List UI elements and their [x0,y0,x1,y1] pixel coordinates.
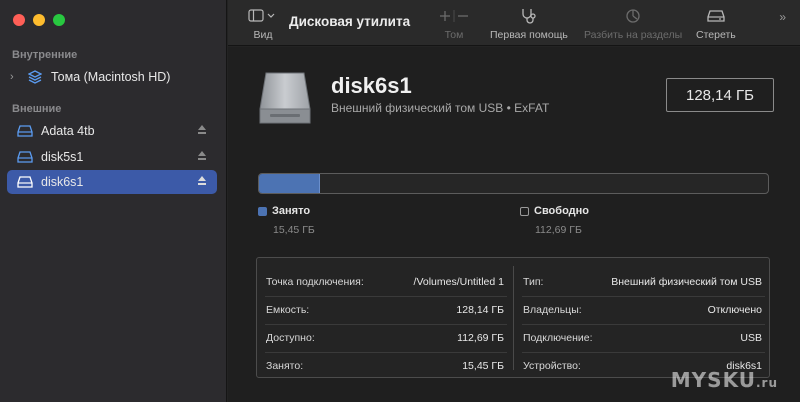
legend-used-value: 15,45 ГБ [273,224,315,236]
disk-description: Внешний физический том USB • ExFAT [331,101,550,115]
toolbar-overflow-icon[interactable]: » [779,10,786,24]
info-key: Тип: [523,276,544,288]
stethoscope-icon [520,6,538,26]
external-disk-large-icon [258,69,312,127]
info-value: USB [740,332,762,344]
minimize-window-button[interactable] [33,14,45,26]
legend-free-value: 112,69 ГБ [535,224,582,236]
info-key: Устройство: [523,360,581,372]
external-drive-icon [17,123,33,139]
eject-icon[interactable] [197,150,207,162]
info-row-owners: Владельцы: Отключено [514,296,771,324]
info-row-capacity: Емкость: 128,14 ГБ [257,296,513,324]
main-content: disk6s1 Внешний физический том USB • ExF… [228,47,800,402]
add-remove-icon [438,6,470,26]
partition-pie-icon [625,6,641,26]
app-title: Дисковая утилита [289,14,411,29]
used-swatch [258,206,267,216]
first-aid-button[interactable]: Первая помощь [490,6,568,41]
partition-button[interactable]: Разбить на разделы [584,6,682,41]
disk-info-table: Точка подключения: /Volumes/Untitled 1 Е… [256,257,770,378]
sidebar-item-macintosh-hd[interactable]: › Тома (Macintosh HD) [7,65,217,89]
sidebar-item-label: disk5s1 [41,150,84,164]
sidebar-item-label: Тома (Macintosh HD) [51,70,171,84]
info-value: Отключено [707,304,762,316]
sidebar-item-adata-4tb[interactable]: Adata 4tb [7,119,217,143]
disk-capacity-badge: 128,14 ГБ [666,78,774,112]
external-drive-icon [17,149,33,165]
volume-button-label: Том [444,29,464,41]
sidebar-section-internal: Внутренние [12,49,78,61]
chevron-right-icon[interactable]: › [10,71,22,83]
sidebar-item-disk5s1[interactable]: disk5s1 [7,145,217,169]
info-row-available: Доступно: 112,69 ГБ [257,324,513,352]
site-watermark: MYSKU.ru [670,368,778,392]
info-row-mount-point: Точка подключения: /Volumes/Untitled 1 [257,268,513,296]
sidebar-section-external: Внешние [12,103,62,115]
free-swatch [520,206,529,216]
legend-free-label: Свободно [534,205,589,217]
info-key: Занято: [266,360,304,372]
info-value: 15,45 ГБ [462,360,504,372]
legend-free: Свободно 112,69 ГБ [520,205,589,236]
legend-used-label: Занято [272,205,311,217]
close-window-button[interactable] [13,14,25,26]
info-key: Доступно: [266,332,315,344]
sidebar-item-disk6s1[interactable]: disk6s1 [7,170,217,194]
eject-icon[interactable] [197,124,207,136]
toolbar: Вид Дисковая утилита Том Первая помощь Р… [228,0,800,46]
erase-drive-icon [706,6,726,26]
sidebar: Внутренние › Тома (Macintosh HD) Внешние… [0,0,227,402]
info-value: 112,69 ГБ [457,332,504,344]
info-column-right: Тип: Внешний физический том USB Владельц… [514,258,771,377]
info-value: 128,14 ГБ [456,304,504,316]
info-column-left: Точка подключения: /Volumes/Untitled 1 Е… [257,258,513,377]
info-row-connection: Подключение: USB [514,324,771,352]
info-key: Владельцы: [523,304,582,316]
info-row-used: Занято: 15,45 ГБ [257,352,513,380]
erase-button[interactable]: Стереть [696,6,736,41]
view-button[interactable]: Вид [248,6,278,41]
info-row-type: Тип: Внешний физический том USB [514,268,771,296]
eject-icon[interactable] [197,175,207,187]
disk-name: disk6s1 [331,73,412,98]
disk-utility-window: Внутренние › Тома (Macintosh HD) Внешние… [0,0,800,402]
info-key: Подключение: [523,332,593,344]
usage-bar [258,173,769,194]
first-aid-button-label: Первая помощь [490,29,568,41]
info-value: /Volumes/Untitled 1 [413,276,504,288]
window-controls [13,14,65,26]
sidebar-toggle-icon [248,6,278,26]
layers-volume-icon [27,69,43,85]
partition-button-label: Разбить на разделы [584,29,683,41]
volume-button[interactable]: Том [438,6,470,41]
external-drive-icon [17,174,33,190]
erase-button-label: Стереть [696,29,736,41]
usage-bar-used-segment [259,174,321,193]
view-button-label: Вид [253,29,273,41]
info-value: Внешний физический том USB [611,276,762,288]
sidebar-item-label: Adata 4tb [41,124,95,138]
sidebar-item-label: disk6s1 [41,175,84,189]
legend-used: Занято 15,45 ГБ [258,205,315,236]
zoom-window-button[interactable] [53,14,65,26]
info-key: Емкость: [266,304,310,316]
info-key: Точка подключения: [266,276,364,288]
